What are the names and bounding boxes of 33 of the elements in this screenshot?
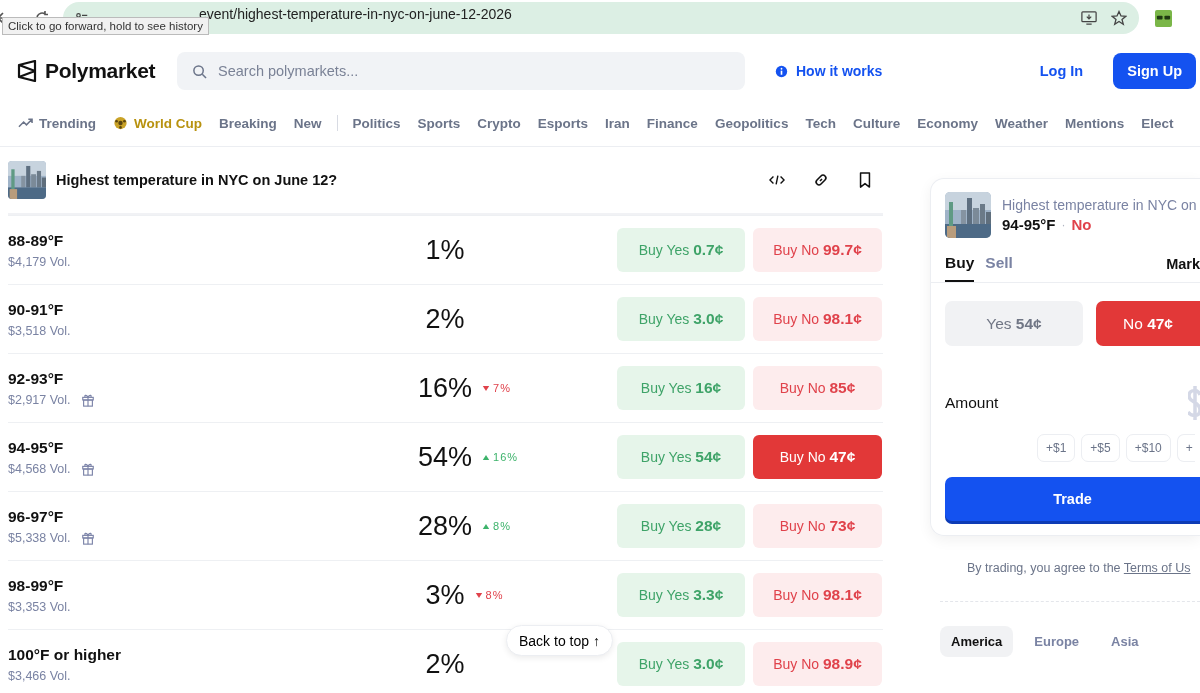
amount-label: Amount <box>945 394 999 412</box>
outcome-label: 96-97°F <box>8 507 65 526</box>
outcome-label: 94-95°F <box>1002 216 1056 233</box>
volume-text: $4,179 Vol. <box>8 254 71 269</box>
side-label: No <box>1071 216 1092 233</box>
chance-text: 28% <box>417 510 472 542</box>
outcome-label: 98-99°F <box>8 576 65 595</box>
chance-text: 16% <box>417 372 472 404</box>
outcome-label: 100°F or higher <box>8 645 122 664</box>
volume-text: $2,917 Vol. <box>8 392 71 407</box>
outcome-label: 94-95°F <box>8 438 65 457</box>
separator-dot: · <box>1061 217 1066 232</box>
change-text: 8% <box>493 520 511 532</box>
volume-text: $3,466 Vol. <box>8 668 71 683</box>
volume-text: $3,518 Vol. <box>8 323 71 338</box>
chance-text: 54% <box>417 441 472 473</box>
chance-text: 1% <box>425 234 465 266</box>
chance-text: 3% <box>425 579 465 611</box>
chance-text: 2% <box>425 648 465 680</box>
market-title: Highest temperature in NYC on <box>1002 197 1197 213</box>
volume-text: $3,353 Vol. <box>8 599 71 614</box>
event-title: Highest temperature in NYC on June 12? <box>56 172 338 188</box>
tooltip: Click to go forward, hold to see history <box>2 17 209 35</box>
volume-text: $5,338 Vol. <box>8 530 71 545</box>
change-text: 16% <box>493 451 519 463</box>
change-text: 7% <box>493 382 511 394</box>
outcome-label: 92-93°F <box>8 369 65 388</box>
volume-text: $4,568 Vol. <box>8 461 71 476</box>
disclaimer-text: By trading, you agree to the Terms of Us <box>967 561 1192 575</box>
outcome-label: 88-89°F <box>8 231 65 250</box>
change-text: 8% <box>485 589 504 601</box>
outcome-label: 90-91°F <box>8 300 65 319</box>
chance-text: 2% <box>425 303 465 335</box>
